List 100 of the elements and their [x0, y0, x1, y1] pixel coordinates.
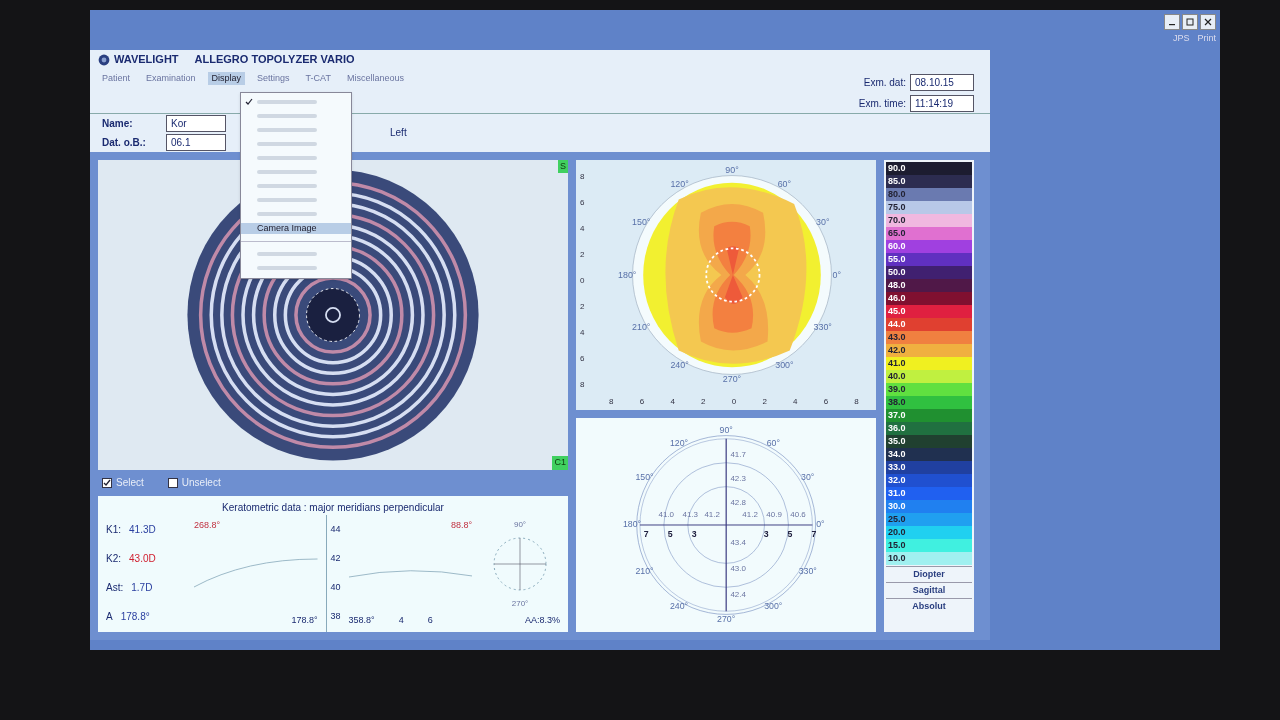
axis-tick-label: 4: [670, 397, 675, 406]
window-title: ALLEGRO TOPOLYZER VARIO: [194, 52, 355, 68]
value-label: K1:: [106, 522, 121, 537]
meridian-value: 42.8: [730, 497, 746, 507]
axis-tick-label: 2: [580, 250, 586, 259]
toolbar-button[interactable]: Print: [1197, 32, 1216, 46]
blurred-entry-text: [257, 142, 317, 146]
checkbox[interactable]: [167, 477, 178, 488]
field-label: Exm. dat:: [863, 75, 906, 90]
angle-label: 88.8°: [450, 518, 472, 532]
angle-label: 150°: [635, 471, 654, 482]
blurred-entry-text: [257, 198, 317, 202]
axis-tick-label: 6: [580, 354, 586, 363]
menu-item[interactable]: Camera Image: [241, 222, 351, 234]
axis-tick-label: 42: [330, 553, 341, 563]
angle-label: 60°: [777, 178, 792, 189]
blurred-entry-text: [257, 252, 317, 256]
menu-tab[interactable]: Settings: [253, 71, 294, 85]
angle-label: 180°: [618, 269, 637, 280]
angle-label: 60°: [766, 437, 780, 448]
patient-field: 06.1: [166, 133, 226, 151]
axis-tick-label: 44: [330, 524, 341, 534]
field-label: Dat. o.B.:: [102, 135, 147, 150]
check-icon: [103, 478, 111, 487]
axis-tick-label: 6: [580, 198, 586, 207]
value-label: Ast:: [106, 581, 124, 596]
axis-tick-label: 40: [330, 583, 341, 593]
close-button[interactable]: [1200, 14, 1216, 30]
panel-title: Keratometric data : major meridians perpendicular: [221, 500, 445, 515]
angle-label: 358.8°: [348, 614, 375, 627]
axis-tick-label: 2: [580, 302, 586, 311]
blurred-entry-text: [257, 100, 317, 104]
field-label: Name:: [102, 116, 134, 131]
scale-mode-button[interactable]: Sagittal: [886, 581, 972, 597]
value-reading: 43.0D: [129, 551, 156, 566]
angle-label: 178.8°: [291, 614, 318, 627]
ring-radius-label: 5: [787, 528, 793, 539]
scale-swatch: [920, 161, 972, 175]
ring-radius-label: 5: [667, 528, 673, 539]
blurred-entry-text: [257, 266, 317, 270]
menu-tab[interactable]: Examination: [142, 71, 200, 85]
meridian-value: 41.3: [682, 509, 698, 519]
angle-label: 210°: [635, 566, 654, 576]
blurred-entry-text: [257, 212, 317, 216]
menu-tab[interactable]: Patient: [98, 71, 135, 85]
axis-tick-label: 0: [731, 397, 737, 406]
axis-tick-label: 6: [823, 397, 829, 406]
scale-mode-button[interactable]: Absolut: [886, 597, 972, 613]
angle-label: 240°: [670, 359, 689, 370]
meridian-value: 42.3: [730, 473, 746, 483]
menu-tab[interactable]: T-CAT: [301, 71, 335, 85]
angle-label: 150°: [632, 216, 651, 227]
exam-field: 11:14:19: [910, 94, 974, 112]
eye-side-label: Left: [390, 126, 407, 140]
scale-mode-button[interactable]: Diopter: [886, 565, 972, 581]
close-icon: [1204, 18, 1212, 26]
axis-tick-label: 8: [580, 172, 586, 181]
angle-label: 300°: [764, 600, 783, 611]
axis-tick-label: 6: [639, 397, 645, 406]
toolbar-button[interactable]: JPS: [1172, 32, 1190, 46]
axis-tick-label: 8: [580, 380, 586, 389]
corner-marker: S: [558, 159, 568, 173]
aa-reading: AA:8.3%: [525, 614, 560, 627]
angle-label: 30°: [816, 216, 830, 227]
minimize-button[interactable]: [1164, 14, 1180, 30]
meridian-value: 41.2: [742, 509, 758, 519]
ring-radius-label: 3: [691, 528, 697, 539]
axis-tick-label: 0: [580, 276, 586, 285]
blurred-entry-text: [257, 114, 317, 118]
ring-radius-label: 7: [643, 528, 649, 539]
meridian-value: 40.6: [790, 509, 806, 519]
blurred-entry-text: [257, 156, 317, 160]
meridian-value: 40.9: [766, 509, 782, 519]
angle-label: 210°: [632, 321, 651, 332]
scale-label: 90.0: [886, 161, 920, 175]
value-label: A: [106, 610, 113, 625]
check-icon: [245, 98, 253, 106]
value-reading: 1.7D: [131, 581, 153, 596]
axis-tick-label: 2: [701, 397, 706, 406]
checkbox-label: Unselect: [181, 476, 221, 490]
angle-label: 270°: [511, 598, 529, 611]
blurred-entry-text: [257, 170, 317, 174]
angle-label: 270°: [716, 613, 736, 624]
axis-tick-label: 4: [793, 397, 798, 406]
blurred-entry-text: [257, 128, 317, 132]
menu-tab[interactable]: Miscellaneous: [342, 71, 408, 85]
axis-tick-label: 8: [854, 397, 859, 406]
patient-field: Kor: [166, 114, 226, 132]
angle-label: 240°: [669, 600, 688, 611]
ring-radius-label: 7: [811, 528, 817, 539]
angle-label: 330°: [813, 321, 832, 332]
checkbox[interactable]: [102, 477, 112, 488]
menu-tab[interactable]: Display: [207, 71, 246, 85]
axis-tick-label: 38: [330, 612, 341, 622]
meridian-value: 41.0: [658, 509, 674, 519]
value-reading: 178.8°: [120, 610, 150, 625]
angle-label: 90°: [513, 518, 527, 531]
angle-label: 90°: [719, 424, 733, 435]
ring-radius-label: 3: [763, 528, 769, 539]
meridian-value: 42.4: [730, 589, 746, 599]
